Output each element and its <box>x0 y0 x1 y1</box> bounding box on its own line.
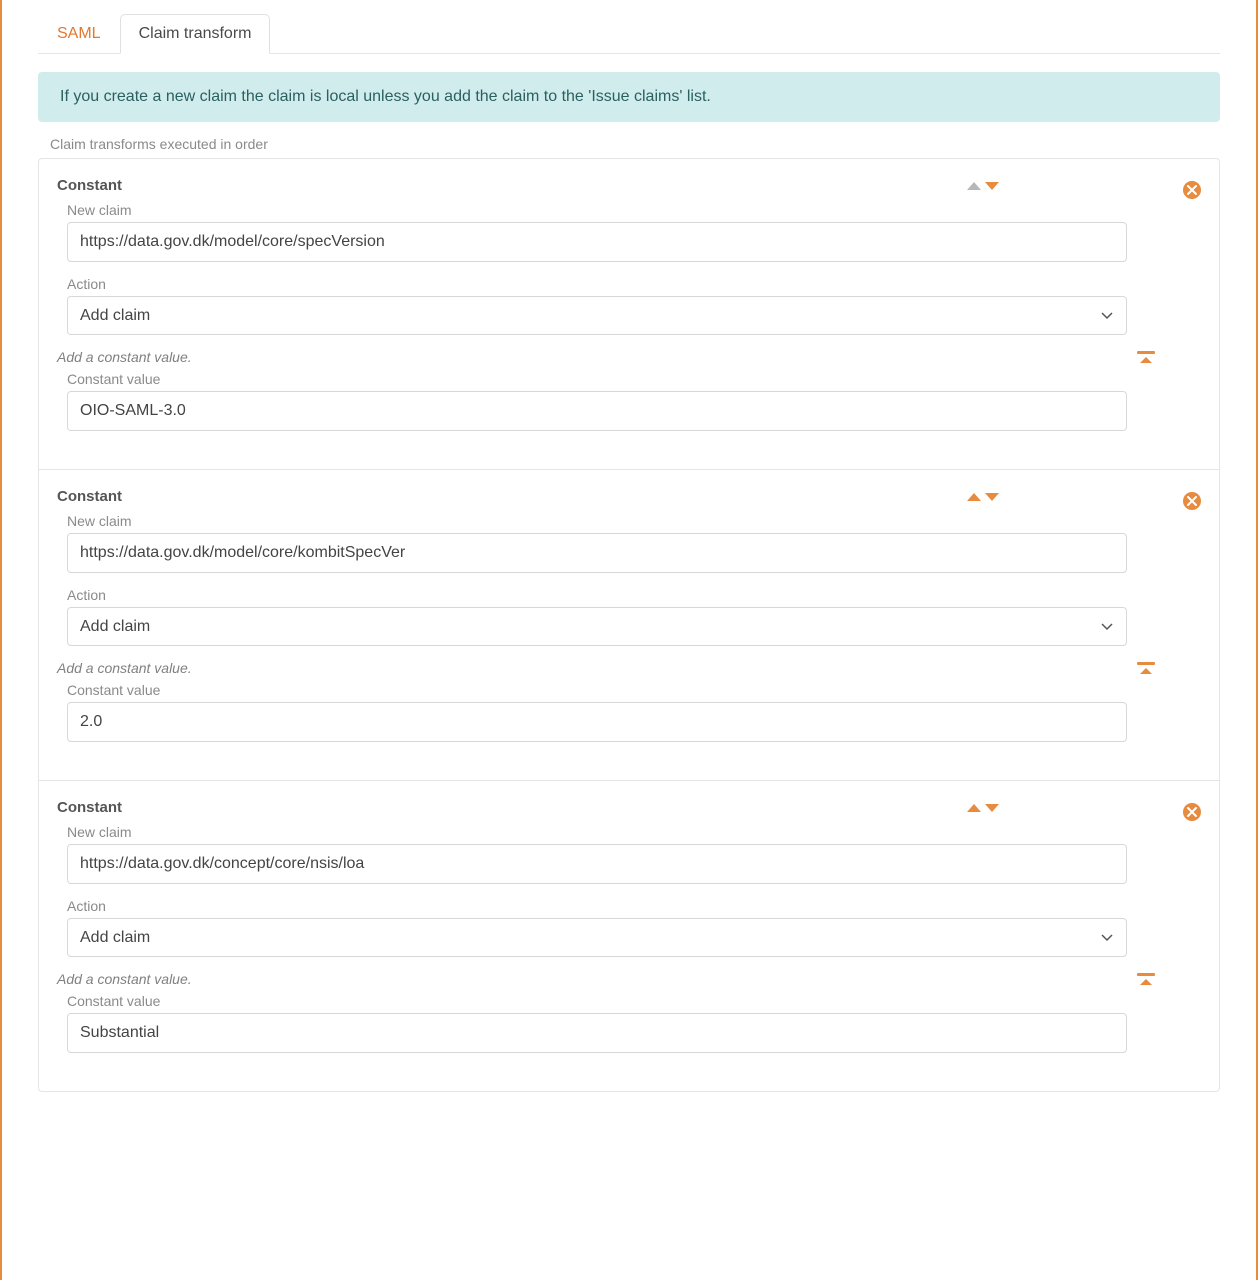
reorder-controls <box>967 804 999 812</box>
constant-value-label: Constant value <box>67 682 1127 698</box>
new-claim-input[interactable] <box>67 533 1127 573</box>
move-up-icon[interactable] <box>967 804 981 812</box>
action-select[interactable]: Add claim <box>67 296 1127 335</box>
tab-claim-transform[interactable]: Claim transform <box>120 14 271 54</box>
close-icon <box>1187 496 1197 506</box>
action-select[interactable]: Add claim <box>67 918 1127 957</box>
transform-title: Constant <box>57 799 122 816</box>
constant-value-label: Constant value <box>67 993 1127 1009</box>
delete-button[interactable] <box>1183 803 1201 821</box>
section-hint: Claim transforms executed in order <box>50 136 1220 152</box>
move-down-icon[interactable] <box>985 493 999 501</box>
delete-button[interactable] <box>1183 181 1201 199</box>
action-label: Action <box>67 587 1127 603</box>
transforms-list: Constant New claim <box>38 158 1220 1092</box>
constant-value-input[interactable] <box>67 391 1127 431</box>
action-label: Action <box>67 898 1127 914</box>
action-select[interactable]: Add claim <box>67 607 1127 646</box>
move-up-icon[interactable] <box>967 493 981 501</box>
transform-card: Constant New claim <box>39 780 1219 1091</box>
delete-button[interactable] <box>1183 492 1201 510</box>
new-claim-label: New claim <box>67 513 1127 529</box>
transform-title: Constant <box>57 177 122 194</box>
collapse-icon[interactable] <box>1137 662 1155 674</box>
info-banner: If you create a new claim the claim is l… <box>38 72 1220 122</box>
transform-card: Constant New claim <box>39 159 1219 469</box>
reorder-controls <box>967 493 999 501</box>
transform-card: Constant New claim <box>39 469 1219 780</box>
new-claim-input[interactable] <box>67 222 1127 262</box>
close-icon <box>1187 185 1197 195</box>
add-constant-note: Add a constant value. <box>57 660 1137 676</box>
new-claim-input[interactable] <box>67 844 1127 884</box>
constant-value-label: Constant value <box>67 371 1127 387</box>
reorder-controls <box>967 182 999 190</box>
move-down-icon[interactable] <box>985 804 999 812</box>
collapse-icon[interactable] <box>1137 973 1155 985</box>
constant-value-input[interactable] <box>67 1013 1127 1053</box>
new-claim-label: New claim <box>67 202 1127 218</box>
transform-title: Constant <box>57 488 122 505</box>
move-up-icon <box>967 182 981 190</box>
close-icon <box>1187 807 1197 817</box>
add-constant-note: Add a constant value. <box>57 971 1137 987</box>
add-constant-note: Add a constant value. <box>57 349 1137 365</box>
action-label: Action <box>67 276 1127 292</box>
new-claim-label: New claim <box>67 824 1127 840</box>
collapse-icon[interactable] <box>1137 351 1155 363</box>
move-down-icon[interactable] <box>985 182 999 190</box>
tab-saml[interactable]: SAML <box>38 14 120 54</box>
tabs: SAML Claim transform <box>38 0 1220 54</box>
constant-value-input[interactable] <box>67 702 1127 742</box>
